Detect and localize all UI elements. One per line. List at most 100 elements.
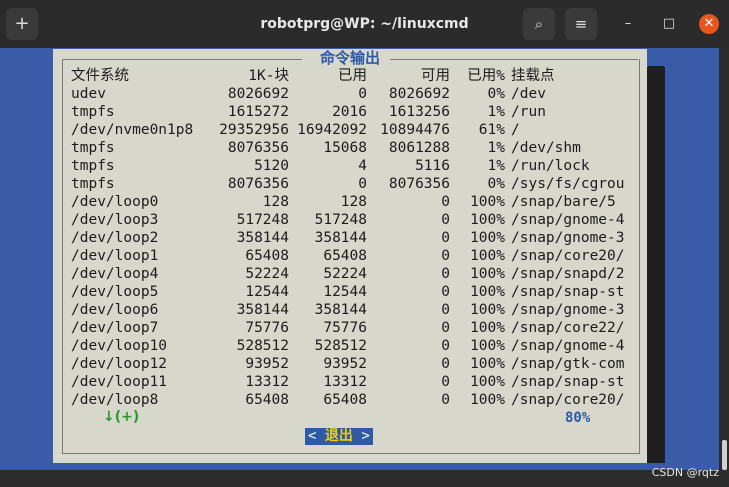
cell-blocks: 29352956 (219, 122, 289, 138)
header-used: 已用 (338, 68, 367, 84)
cell-use-percent: 1% (487, 140, 505, 156)
cell-available: 0 (441, 302, 450, 318)
cell-mount: /snap/gnome-3 (511, 302, 625, 318)
table-row: /dev/loop6 358144 358144 0 100% /snap/gnome-3 (71, 301, 651, 319)
cell-used: 358144 (314, 302, 367, 318)
cell-blocks: 8076356 (227, 140, 289, 156)
header-use-percent: 已用% (467, 68, 505, 84)
search-icon[interactable]: ⌕ (523, 8, 555, 40)
cell-use-percent: 100% (470, 248, 505, 264)
minimize-icon[interactable]: – (618, 14, 638, 34)
cell-blocks: 528512 (236, 338, 289, 354)
header-mount: 挂载点 (511, 68, 555, 84)
cell-mount: /snap/gtk-com (511, 356, 625, 372)
terminal-scrollbar[interactable] (719, 48, 729, 487)
table-row: /dev/loop0 128 128 0 100% /snap/bare/5 (71, 193, 651, 211)
cell-mount: / (511, 122, 520, 138)
cell-filesystem: tmpfs (71, 104, 115, 120)
table-row: tmpfs 8076356 15068 8061288 1% /dev/shm (71, 139, 651, 157)
cell-filesystem: /dev/loop1 (71, 248, 159, 264)
table-row: tmpfs 8076356 0 8076356 0% /sys/fs/cgrou (71, 175, 651, 193)
cell-used: 15068 (323, 140, 367, 156)
table-row: /dev/loop5 12544 12544 0 100% /snap/snap-st (71, 283, 651, 301)
cell-filesystem: /dev/loop2 (71, 230, 159, 246)
cell-mount: /dev/shm (511, 140, 581, 156)
header-available: 可用 (421, 68, 450, 84)
cell-available: 8076356 (388, 176, 450, 192)
table-row: /dev/loop3 517248 517248 0 100% /snap/gnome-4 (71, 211, 651, 229)
cell-used: 52224 (323, 266, 367, 282)
cell-available: 0 (441, 284, 450, 300)
cell-use-percent: 1% (487, 104, 505, 120)
cell-filesystem: /dev/loop10 (71, 338, 168, 354)
cell-used: 12544 (323, 284, 367, 300)
cell-available: 8061288 (388, 140, 450, 156)
cell-available: 0 (441, 194, 450, 210)
cell-mount: /run/lock (511, 158, 590, 174)
cell-filesystem: tmpfs (71, 176, 115, 192)
cell-mount: /run (511, 104, 546, 120)
new-tab-icon[interactable]: + (6, 8, 38, 40)
cell-available: 0 (441, 374, 450, 390)
cell-filesystem: /dev/loop4 (71, 266, 159, 282)
cell-available: 0 (441, 320, 450, 336)
cell-used: 2016 (332, 104, 367, 120)
cell-mount: /sys/fs/cgrou (511, 176, 625, 192)
cell-mount: /snap/gnome-3 (511, 230, 625, 246)
cell-used: 128 (340, 194, 367, 210)
cell-used: 358144 (314, 230, 367, 246)
cell-filesystem: /dev/loop0 (71, 194, 159, 210)
cell-blocks: 8076356 (227, 176, 289, 192)
cell-mount: /snap/snap-st (511, 284, 625, 300)
cell-used: 65408 (323, 248, 367, 264)
menu-icon[interactable]: ≡ (565, 8, 597, 40)
cell-filesystem: /dev/loop8 (71, 392, 159, 408)
cell-use-percent: 100% (470, 302, 505, 318)
cell-blocks: 65408 (245, 392, 289, 408)
cell-blocks: 13312 (245, 374, 289, 390)
dialog-title: 命令输出 (319, 49, 380, 67)
cell-available: 0 (441, 338, 450, 354)
maximize-icon[interactable]: □ (659, 14, 679, 34)
cell-blocks: 65408 (245, 248, 289, 264)
cell-use-percent: 1% (487, 158, 505, 174)
cell-used: 4 (358, 158, 367, 174)
cell-blocks: 128 (262, 194, 289, 210)
cell-filesystem: /dev/loop3 (71, 212, 159, 228)
cell-filesystem: tmpfs (71, 158, 115, 174)
cell-used: 93952 (323, 356, 367, 372)
cell-blocks: 1615272 (227, 104, 289, 120)
cell-use-percent: 100% (470, 338, 505, 354)
table-row: tmpfs 5120 4 5116 1% /run/lock (71, 157, 651, 175)
cell-used: 528512 (314, 338, 367, 354)
exit-right-bracket: > (361, 428, 370, 444)
cell-available: 0 (441, 248, 450, 264)
cell-use-percent: 0% (487, 176, 505, 192)
cell-available: 0 (441, 356, 450, 372)
cell-filesystem: /dev/loop6 (71, 302, 159, 318)
cell-blocks: 12544 (245, 284, 289, 300)
table-row: /dev/loop8 65408 65408 0 100% /snap/core20/ (71, 391, 651, 409)
table-row: /dev/loop2 358144 358144 0 100% /snap/gnome-3 (71, 229, 651, 247)
exit-left-bracket: < (308, 428, 317, 444)
cell-available: 0 (441, 266, 450, 282)
cell-blocks: 8026692 (227, 86, 289, 102)
cell-available: 0 (441, 230, 450, 246)
cell-mount: /snap/snapd/2 (511, 266, 625, 282)
scrollbar-thumb[interactable] (722, 440, 727, 470)
cell-use-percent: 100% (470, 212, 505, 228)
cell-mount: /snap/snap-st (511, 374, 625, 390)
cell-available: 10894476 (380, 122, 450, 138)
cell-mount: /snap/gnome-4 (511, 338, 625, 354)
table-row: /dev/nvme0n1p8 29352956 16942092 10894476 61… (71, 121, 651, 139)
close-icon[interactable]: ✕ (699, 14, 719, 34)
cell-use-percent: 100% (470, 194, 505, 210)
scroll-down-indicator: ↓(+) (103, 409, 140, 425)
cell-used: 0 (358, 86, 367, 102)
exit-button[interactable]: < 退出 > (305, 428, 373, 445)
title-bar: + robotprg@WP: ~/linuxcmd ⌕ ≡ – □ ✕ (0, 0, 729, 48)
table-row: udev 8026692 0 8026692 0% /dev (71, 85, 651, 103)
exit-label: 退出 (324, 428, 353, 444)
command-output-dialog: 命令输出 文件系统 1K-块 已用 可用 已用% 挂载点 udev 8026692… (53, 49, 647, 463)
cell-blocks: 358144 (236, 302, 289, 318)
